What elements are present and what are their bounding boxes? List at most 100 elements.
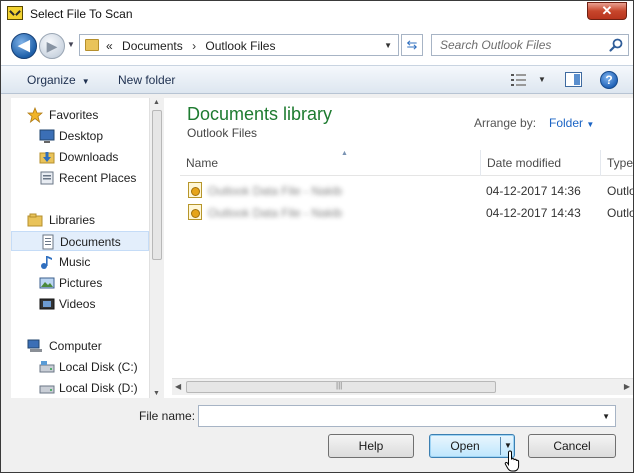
command-bar: Organize ▼ New folder ▼ ? <box>1 65 633 94</box>
arrange-by-value: Folder <box>549 116 584 130</box>
file-type: Outlo <box>607 184 633 198</box>
file-name-combobox[interactable]: ▼ <box>198 405 616 427</box>
navigation-pane: Favorites Desktop Downloads Recent Place… <box>11 98 163 398</box>
arrange-by-label: Arrange by: <box>474 116 537 130</box>
preview-pane-icon[interactable] <box>565 72 582 87</box>
scroll-up-icon[interactable]: ▲ <box>153 99 160 106</box>
column-date-modified[interactable]: Date modified <box>487 156 561 170</box>
outlook-data-file-icon <box>188 182 202 198</box>
nav-favorites[interactable]: Favorites <box>11 105 149 125</box>
close-button[interactable]: ✕ <box>587 2 627 20</box>
search-box[interactable] <box>431 34 629 56</box>
file-date-modified: 04-12-2017 14:36 <box>486 184 581 198</box>
nav-item-label: Documents <box>60 235 121 249</box>
nav-item-videos[interactable]: Videos <box>11 294 149 314</box>
star-icon <box>27 107 43 123</box>
hard-disk-icon <box>39 385 55 394</box>
help-icon[interactable]: ? <box>600 71 618 89</box>
breadcrumb-outlook-files[interactable]: Outlook Files <box>205 39 275 53</box>
nav-item-downloads[interactable]: Downloads <box>11 147 149 167</box>
column-name[interactable]: Name <box>186 156 218 170</box>
nav-computer-label: Computer <box>49 339 102 353</box>
scrollbar-thumb[interactable] <box>152 110 162 260</box>
scrollbar-grip-icon: ||| <box>336 381 343 390</box>
nav-item-label: Desktop <box>59 129 104 143</box>
view-dropdown-icon[interactable]: ▼ <box>538 75 546 84</box>
nav-libraries-label: Libraries <box>49 213 96 227</box>
music-icon <box>41 256 52 269</box>
file-row[interactable]: Outlook Data File - Nakib 04-12-2017 14:… <box>180 180 633 200</box>
outlook-data-file-icon <box>188 204 202 220</box>
arrange-by-dropdown[interactable]: Folder ▼ <box>549 116 594 130</box>
open-button[interactable]: Open ▼ <box>429 434 515 458</box>
search-input[interactable] <box>438 37 598 53</box>
videos-icon <box>39 298 55 310</box>
back-button[interactable]: ◀ <box>11 33 37 59</box>
window-title: Select File To Scan <box>30 7 133 21</box>
help-button[interactable]: Help <box>328 434 414 458</box>
libraries-icon <box>27 213 43 227</box>
nav-item-pictures[interactable]: Pictures <box>11 273 149 293</box>
desktop-icon <box>39 129 55 143</box>
nav-item-label: Recent Places <box>59 171 137 185</box>
nav-item-label: Pictures <box>59 276 103 290</box>
file-name: Outlook Data File - Nakib <box>208 184 343 198</box>
file-type: Outlo <box>607 206 633 220</box>
file-dialog-window: Select File To Scan ✕ ◀ ▶ ▼ « Documents … <box>0 0 634 473</box>
breadcrumb-separator[interactable]: › <box>192 39 196 53</box>
nav-item-label: Music <box>59 255 91 269</box>
file-name: Outlook Data File - Nakib <box>208 206 343 220</box>
library-title: Documents library <box>187 104 333 124</box>
scroll-right-icon[interactable]: ▶ <box>624 382 630 391</box>
title-bar[interactable]: Select File To Scan ✕ <box>1 1 633 27</box>
column-divider[interactable] <box>480 150 481 176</box>
change-view-icon[interactable] <box>511 73 527 87</box>
library-subtitle: Outlook Files <box>187 126 258 140</box>
organize-menu[interactable]: Organize ▼ <box>27 73 90 87</box>
pictures-icon <box>39 277 55 289</box>
address-row: ◀ ▶ ▼ « Documents › Outlook Files ▼ ⇆ <box>1 27 633 65</box>
nav-libraries[interactable]: Libraries <box>11 210 149 230</box>
cancel-button[interactable]: Cancel <box>528 434 616 458</box>
hand-cursor-icon <box>504 450 520 472</box>
refresh-button[interactable]: ⇆ <box>401 34 423 56</box>
forward-button[interactable]: ▶ <box>39 33 65 59</box>
nav-item-documents[interactable]: Documents <box>11 231 149 251</box>
organize-label: Organize <box>27 73 76 87</box>
nav-item-local-disk-c[interactable]: Local Disk (C:) <box>11 357 149 377</box>
app-icon <box>7 6 23 20</box>
recent-pages-dropdown-icon[interactable]: ▼ <box>67 40 75 49</box>
new-folder-button[interactable]: New folder <box>118 73 175 87</box>
file-date-modified: 04-12-2017 14:43 <box>486 206 581 220</box>
chevron-down-icon: ▼ <box>81 77 90 86</box>
nav-computer[interactable]: Computer <box>11 336 149 356</box>
nav-item-recent-places[interactable]: Recent Places <box>11 168 149 188</box>
chevron-down-icon[interactable]: ▼ <box>602 412 610 421</box>
breadcrumb-overflow[interactable]: « <box>106 39 113 53</box>
search-icon[interactable] <box>608 37 624 53</box>
downloads-icon <box>39 152 55 164</box>
open-button-label: Open <box>450 439 480 453</box>
nav-item-label: Videos <box>59 297 96 311</box>
file-name-input[interactable] <box>203 408 593 424</box>
horizontal-scrollbar[interactable]: ◀ ||| ▶ <box>172 378 633 395</box>
nav-item-local-disk-d[interactable]: Local Disk (D:) <box>11 378 149 398</box>
sort-ascending-icon: ▲ <box>341 150 348 157</box>
address-bar[interactable]: « Documents › Outlook Files ▼ <box>79 34 399 56</box>
nav-item-label: Downloads <box>59 150 119 164</box>
address-dropdown-icon[interactable]: ▼ <box>384 41 392 50</box>
scroll-left-icon[interactable]: ◀ <box>175 382 181 391</box>
column-header-row: ▲ Name Date modified Type <box>180 150 633 176</box>
computer-icon <box>27 339 42 352</box>
nav-item-desktop[interactable]: Desktop <box>11 126 149 146</box>
file-row[interactable]: Outlook Data File - Nakib 04-12-2017 14:… <box>180 202 633 222</box>
nav-item-label: Local Disk (C:) <box>59 360 138 374</box>
navigation-scrollbar[interactable]: ▲ ▼ <box>149 98 163 398</box>
nav-item-music[interactable]: Music <box>11 252 149 272</box>
folder-icon <box>85 39 99 51</box>
column-divider[interactable] <box>600 150 601 176</box>
column-type[interactable]: Type <box>607 156 633 170</box>
breadcrumb-documents[interactable]: Documents <box>122 39 183 53</box>
hard-disk-icon <box>39 361 55 373</box>
scroll-down-icon[interactable]: ▼ <box>153 390 160 397</box>
